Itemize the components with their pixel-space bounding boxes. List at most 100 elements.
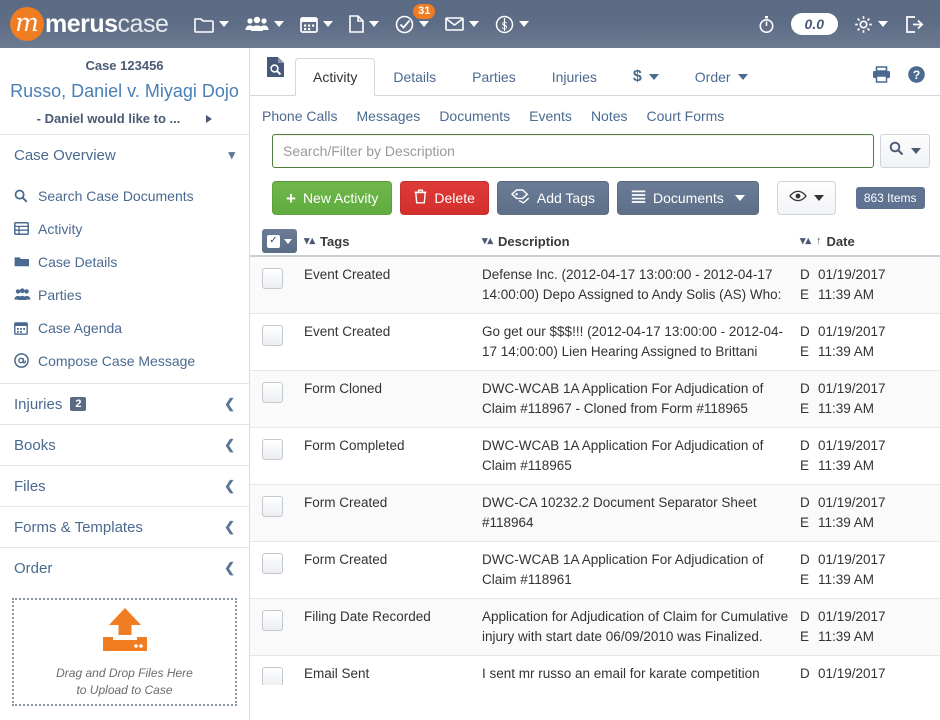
tab-details[interactable]: Details	[375, 57, 454, 95]
dropzone-line-2: to Upload to Case	[76, 682, 173, 697]
add-tags-button[interactable]: Add Tags	[496, 181, 609, 215]
gear-icon	[854, 15, 873, 34]
sidebar-item-compose-case-message[interactable]: Compose Case Message	[0, 344, 249, 377]
row-description: Go get our $$$!!! (2012-04-17 13:00:00 -…	[482, 324, 783, 359]
new-activity-button[interactable]: + New Activity	[272, 181, 393, 215]
documents-label: Documents	[653, 190, 724, 206]
tab-parties[interactable]: Parties	[454, 57, 534, 95]
row-description: DWC-WCAB 1A Application For Adjudication…	[482, 438, 764, 473]
case-sidebar: Case 123456 Russo, Daniel v. Miyagi Dojo…	[0, 48, 250, 720]
chevron-down-icon	[648, 73, 659, 80]
search-submit-dropdown[interactable]	[880, 134, 930, 168]
column-header-date[interactable]: ▾▴ ↑ Date	[800, 227, 940, 255]
table-row[interactable]: Filing Date Recorded Application for Adj…	[250, 599, 940, 656]
nav-documents-menu[interactable]	[341, 0, 387, 48]
sidebar-section-files[interactable]: Files ❮	[0, 465, 249, 506]
sidebar-section-label: Injuries	[14, 395, 63, 413]
select-all-dropdown[interactable]: ✓	[262, 227, 304, 255]
row-date-value: 01/19/2017	[818, 381, 886, 396]
row-checkbox[interactable]	[262, 325, 283, 346]
timer-button[interactable]	[750, 0, 783, 48]
sidebar-item-search-case-documents[interactable]: Search Case Documents	[0, 179, 249, 212]
row-date-value: 01/19/2017	[818, 552, 886, 567]
delete-button[interactable]: Delete	[400, 181, 489, 215]
table-row[interactable]: Form Created DWC-CA 10232.2 Document Sep…	[250, 485, 940, 542]
row-checkbox[interactable]	[262, 439, 283, 460]
subtab-documents[interactable]: Documents	[439, 108, 510, 124]
row-description: Application for Adjudication of Claim fo…	[482, 609, 789, 644]
sidebar-section-books[interactable]: Books ❮	[0, 424, 249, 465]
column-header-tags[interactable]: ▾▴ Tags	[304, 227, 482, 255]
flag-d: D	[800, 552, 810, 567]
chevron-down-icon	[737, 73, 748, 80]
table-row[interactable]: Form Created DWC-WCAB 1A Application For…	[250, 542, 940, 599]
nav-people-menu[interactable]	[237, 0, 292, 48]
tab-activity[interactable]: Activity	[295, 58, 376, 96]
document-search-icon-button[interactable]	[258, 56, 295, 95]
sidebar-item-case-agenda[interactable]: Case Agenda	[0, 311, 249, 344]
chevron-left-icon: ❮	[224, 396, 235, 411]
sidebar-section-injuries[interactable]: Injuries 2 ❮	[0, 383, 249, 424]
search-input[interactable]	[272, 134, 874, 168]
sidebar-item-activity[interactable]: Activity	[0, 212, 249, 245]
calendar-icon	[14, 321, 34, 335]
nav-folder-menu[interactable]	[186, 0, 237, 48]
tab-billing[interactable]: $	[615, 57, 677, 95]
sidebar-item-parties[interactable]: Parties	[0, 278, 249, 311]
sidebar-section-case-overview[interactable]: Case Overview ▾	[0, 134, 249, 175]
subtab-notes[interactable]: Notes	[591, 108, 628, 124]
tab-injuries[interactable]: Injuries	[534, 57, 615, 95]
flag-d: D	[800, 438, 810, 453]
print-icon	[872, 66, 891, 88]
table-row[interactable]: Form Completed DWC-WCAB 1A Application F…	[250, 428, 940, 485]
injuries-count-badge: 2	[70, 397, 87, 411]
nav-billing-menu[interactable]: S	[487, 0, 537, 48]
chevron-down-icon	[274, 21, 285, 27]
documents-dropdown-button[interactable]: Documents	[617, 181, 759, 215]
tab-order[interactable]: Order	[677, 57, 766, 95]
row-de-flags: D E	[800, 664, 818, 685]
subtab-phone-calls[interactable]: Phone Calls	[262, 108, 338, 124]
row-checkbox[interactable]	[262, 382, 283, 403]
flag-e: E	[800, 401, 810, 416]
table-row[interactable]: Event Created Defense Inc. (2012-04-17 1…	[250, 257, 940, 314]
people-icon	[245, 16, 269, 33]
case-number: Case 123456	[85, 58, 164, 73]
logout-button[interactable]	[896, 0, 932, 48]
row-time-value: 11:39 AM	[818, 572, 875, 587]
case-title[interactable]: Russo, Daniel v. Miyagi Dojo	[0, 77, 249, 105]
sidebar-section-forms-templates[interactable]: Forms & Templates ❮	[0, 506, 249, 547]
flag-d: D	[800, 609, 810, 624]
chevron-down-icon	[219, 21, 230, 27]
sidebar-item-case-details[interactable]: Case Details	[0, 245, 249, 278]
table-row[interactable]: Event Created Go get our $$$!!! (2012-04…	[250, 314, 940, 371]
subtab-court-forms[interactable]: Court Forms	[647, 108, 725, 124]
nav-calendar-menu[interactable]	[292, 0, 341, 48]
row-checkbox[interactable]	[262, 496, 283, 517]
row-date: 01/19/2017 11:39 AM	[818, 664, 940, 685]
settings-menu[interactable]	[846, 0, 896, 48]
nav-mail-menu[interactable]	[437, 0, 487, 48]
row-date: 01/19/2017 11:39 AM	[818, 436, 940, 476]
case-subtitle-expander[interactable]: - Daniel would like to ...	[0, 105, 249, 134]
row-checkbox[interactable]	[262, 553, 283, 574]
row-checkbox[interactable]	[262, 667, 283, 685]
visibility-dropdown-button[interactable]	[776, 181, 836, 215]
print-menu[interactable]	[864, 66, 899, 88]
subtab-events[interactable]: Events	[529, 108, 572, 124]
subtab-messages[interactable]: Messages	[357, 108, 421, 124]
timer-value[interactable]: 0.0	[790, 13, 838, 35]
sidebar-section-order[interactable]: Order ❮	[0, 547, 249, 588]
column-header-description[interactable]: ▾▴ Description	[482, 227, 800, 255]
row-checkbox[interactable]	[262, 610, 283, 631]
row-date-value: 01/19/2017	[818, 609, 886, 624]
table-row[interactable]: Email Sent I sent mr russo an email for …	[250, 656, 940, 685]
brand-logo-meruscase[interactable]: m merus case	[10, 0, 169, 48]
help-menu[interactable]: ?	[899, 65, 934, 89]
file-dropzone[interactable]: Drag and Drop Files Here to Upload to Ca…	[12, 598, 237, 706]
flag-e: E	[800, 344, 810, 359]
table-row[interactable]: Form Cloned DWC-WCAB 1A Application For …	[250, 371, 940, 428]
nav-tasks-menu[interactable]: 31	[387, 0, 437, 48]
row-time-value: 11:39 AM	[818, 629, 875, 644]
row-checkbox[interactable]	[262, 268, 283, 289]
